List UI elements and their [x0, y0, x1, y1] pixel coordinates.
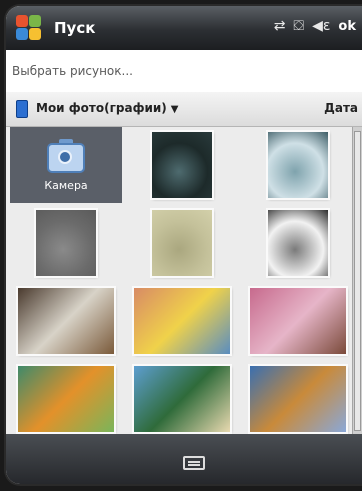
- device-screen: Пуск ⇄ ⛋ ◀ε ok Выбрать рисунок... Мои фо…: [6, 6, 362, 484]
- picture-tile[interactable]: [242, 205, 354, 281]
- picture-tile[interactable]: [126, 205, 238, 281]
- picture-tile[interactable]: [10, 361, 122, 437]
- picture-tile[interactable]: [242, 361, 354, 437]
- picture-tile[interactable]: [242, 127, 354, 203]
- start-title[interactable]: Пуск: [54, 19, 95, 37]
- camera-label: Камера: [44, 178, 88, 192]
- scroll-thumb[interactable]: [354, 131, 361, 431]
- softkey-bar: [6, 434, 362, 484]
- picture-thumbnail: [18, 366, 114, 432]
- ok-button[interactable]: ok: [338, 19, 356, 34]
- sync-icon[interactable]: ⛋: [293, 18, 304, 34]
- picture-tile[interactable]: [10, 205, 122, 281]
- connectivity-icon[interactable]: ⇄: [274, 18, 286, 34]
- vertical-scrollbar[interactable]: [352, 127, 362, 434]
- picture-thumbnail: [268, 210, 328, 276]
- picture-thumbnail: [134, 366, 230, 432]
- picture-thumbnail: [250, 366, 346, 432]
- folder-label: Мои фото(графии): [36, 101, 167, 115]
- picture-grid: Камера: [6, 127, 356, 437]
- picture-thumbnail: [268, 132, 328, 198]
- picture-tile[interactable]: [126, 127, 238, 203]
- chevron-down-icon: ▼: [170, 104, 179, 115]
- camera-icon: Камера: [44, 138, 88, 192]
- volume-icon[interactable]: ◀ε: [312, 18, 330, 34]
- picture-tile[interactable]: [10, 283, 122, 359]
- keyboard-icon[interactable]: [183, 456, 205, 470]
- picture-tile[interactable]: [242, 283, 354, 359]
- windows-start-icon[interactable]: [14, 13, 44, 43]
- folder-icon: [16, 100, 28, 118]
- picture-thumbnail: [250, 288, 346, 354]
- folder-selector[interactable]: Мои фото(графии) ▼ Дата: [6, 92, 362, 127]
- picture-thumbnail: [152, 132, 212, 198]
- picture-tile[interactable]: [126, 361, 238, 437]
- picture-thumbnail: [18, 288, 114, 354]
- prompt-row: Выбрать рисунок...: [6, 50, 362, 93]
- picture-thumbnail: [134, 288, 230, 354]
- prompt-text: Выбрать рисунок...: [12, 64, 133, 78]
- status-bar: Пуск ⇄ ⛋ ◀ε ok: [6, 6, 362, 50]
- folder-dropdown[interactable]: Мои фото(графии) ▼: [36, 101, 178, 115]
- sort-by-date[interactable]: Дата: [324, 101, 358, 115]
- picture-thumbnail: [152, 210, 212, 276]
- picture-thumbnail: [36, 210, 96, 276]
- picture-tile[interactable]: [126, 283, 238, 359]
- camera-tile[interactable]: Камера: [10, 127, 122, 203]
- status-icons: ⇄ ⛋ ◀ε ok: [274, 18, 356, 34]
